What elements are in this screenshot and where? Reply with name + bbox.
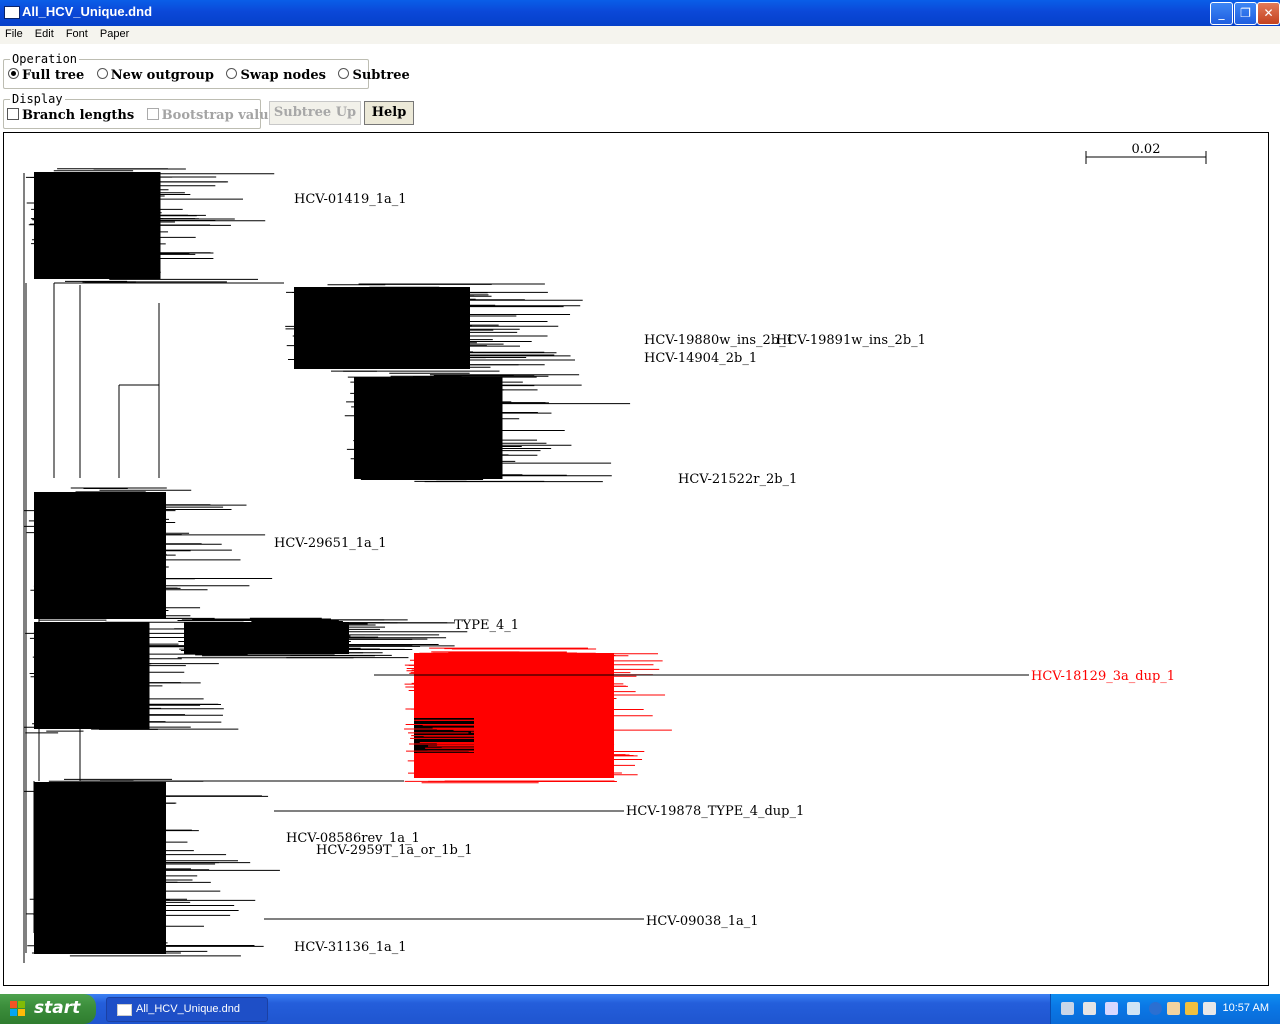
tray-display-icon[interactable] (1083, 1002, 1096, 1015)
tray-runner-icon[interactable] (1185, 1002, 1198, 1015)
window-app-icon (4, 6, 20, 19)
taskbar: start All_HCV_Unique.dnd 10:57 AM (0, 994, 1280, 1024)
leaf-label[interactable]: HCV-2959T_1a_or_1b_1 (316, 843, 473, 858)
leaf-label[interactable]: HCV-09038_1a_1 (646, 914, 759, 929)
subtree-up-button: Subtree Up (269, 101, 361, 125)
radio-full-tree[interactable]: Full tree (8, 68, 84, 83)
radio-new-outgroup[interactable]: New outgroup (96, 68, 214, 83)
scale-bar-label: 0.02 (1132, 142, 1161, 157)
close-button[interactable]: ✕ (1257, 2, 1280, 25)
radio-icon[interactable] (96, 68, 108, 79)
checkbox-bootstrap-values: Bootstrap values (146, 108, 285, 123)
title-bar: All_HCV_Unique.dnd _ ❐ ✕ (0, 0, 1280, 26)
window-title: All_HCV_Unique.dnd (22, 4, 153, 19)
tray-shield-icon[interactable] (1167, 1002, 1180, 1015)
help-button[interactable]: Help (364, 101, 414, 125)
window-app-icon (117, 1004, 132, 1016)
leaf-label[interactable]: HCV-19880w_ins_2b_1 (644, 333, 794, 348)
leaf-label[interactable]: HCV-19878_TYPE_4_dup_1 (626, 804, 804, 819)
radio-new-outgroup-label: New outgroup (110, 68, 214, 83)
operation-legend: Operation (10, 52, 80, 66)
display-group: Display Branch lengths Bootstrap values (3, 92, 284, 129)
radio-swap-nodes[interactable]: Swap nodes (226, 68, 326, 83)
operation-group: Operation Full tree New outgroup Swap no… (3, 52, 410, 89)
start-label: start (34, 998, 81, 1018)
clock: 10:57 AM (1222, 1002, 1269, 1014)
radio-selected-icon[interactable] (8, 68, 19, 79)
minimize-button[interactable]: _ (1210, 2, 1233, 25)
leaf-label[interactable]: HCV-31136_1a_1 (294, 940, 407, 955)
tray-help-icon[interactable] (1105, 1002, 1118, 1015)
taskbar-item-label: All_HCV_Unique.dnd (136, 1003, 240, 1015)
taskbar-item[interactable]: All_HCV_Unique.dnd (106, 997, 268, 1022)
leaf-label[interactable]: TYPE_4_1 (454, 618, 519, 633)
tree-branches (23, 168, 1029, 963)
checkbox-icon[interactable] (7, 108, 19, 120)
leaf-label[interactable]: HCV-19891w_ins_2b_1 (776, 333, 926, 348)
menu-file[interactable]: File (0, 26, 27, 40)
bootstrap-values-label: Bootstrap values (161, 108, 285, 123)
checkbox-disabled-icon (146, 108, 159, 120)
menu-bar: File Edit Font Paper (0, 26, 1280, 44)
tray-message-icon[interactable] (1203, 1002, 1216, 1015)
leaf-label[interactable]: HCV-21522r_2b_1 (678, 472, 797, 487)
scale-bar: 0.02 (1085, 142, 1207, 164)
leaf-label[interactable]: HCV-01419_1a_1 (294, 192, 407, 207)
radio-subtree-label: Subtree (352, 68, 410, 83)
start-button[interactable]: start (0, 994, 96, 1024)
maximize-button[interactable]: ❐ (1234, 2, 1257, 25)
leaf-label[interactable]: HCV-18129_3a_dup_1 (1031, 669, 1175, 684)
radio-full-tree-label: Full tree (22, 68, 85, 83)
tree-canvas[interactable]: 0.02 HCV-01419_1a_1 HCV-19880w_ins_2b_1 HC… (3, 132, 1269, 986)
radio-subtree[interactable]: Subtree (338, 68, 410, 83)
windows-flag-icon (10, 1001, 26, 1017)
leaf-label[interactable]: HCV-29651_1a_1 (274, 536, 387, 551)
menu-edit[interactable]: Edit (30, 26, 58, 40)
dense-clade (34, 782, 166, 954)
radio-swap-nodes-label: Swap nodes (240, 68, 326, 83)
leaf-label[interactable]: HCV-14904_2b_1 (644, 351, 757, 366)
tray-network-icon[interactable] (1061, 1002, 1074, 1015)
menu-font[interactable]: Font (61, 26, 92, 40)
menu-paper[interactable]: Paper (95, 26, 133, 40)
radio-icon[interactable] (338, 68, 350, 79)
tray-arrow-icon[interactable] (1149, 1002, 1162, 1015)
radio-icon[interactable] (226, 68, 238, 79)
branch-lengths-label: Branch lengths (22, 108, 135, 123)
display-legend: Display (10, 92, 65, 106)
checkbox-branch-lengths[interactable]: Branch lengths (7, 108, 134, 123)
system-tray: 10:57 AM (1050, 994, 1280, 1024)
tray-volume-icon[interactable] (1127, 1002, 1140, 1015)
phylogenetic-tree: 0.02 HCV-01419_1a_1HCV-19880w_ins_2b_1HC… (23, 142, 1207, 963)
